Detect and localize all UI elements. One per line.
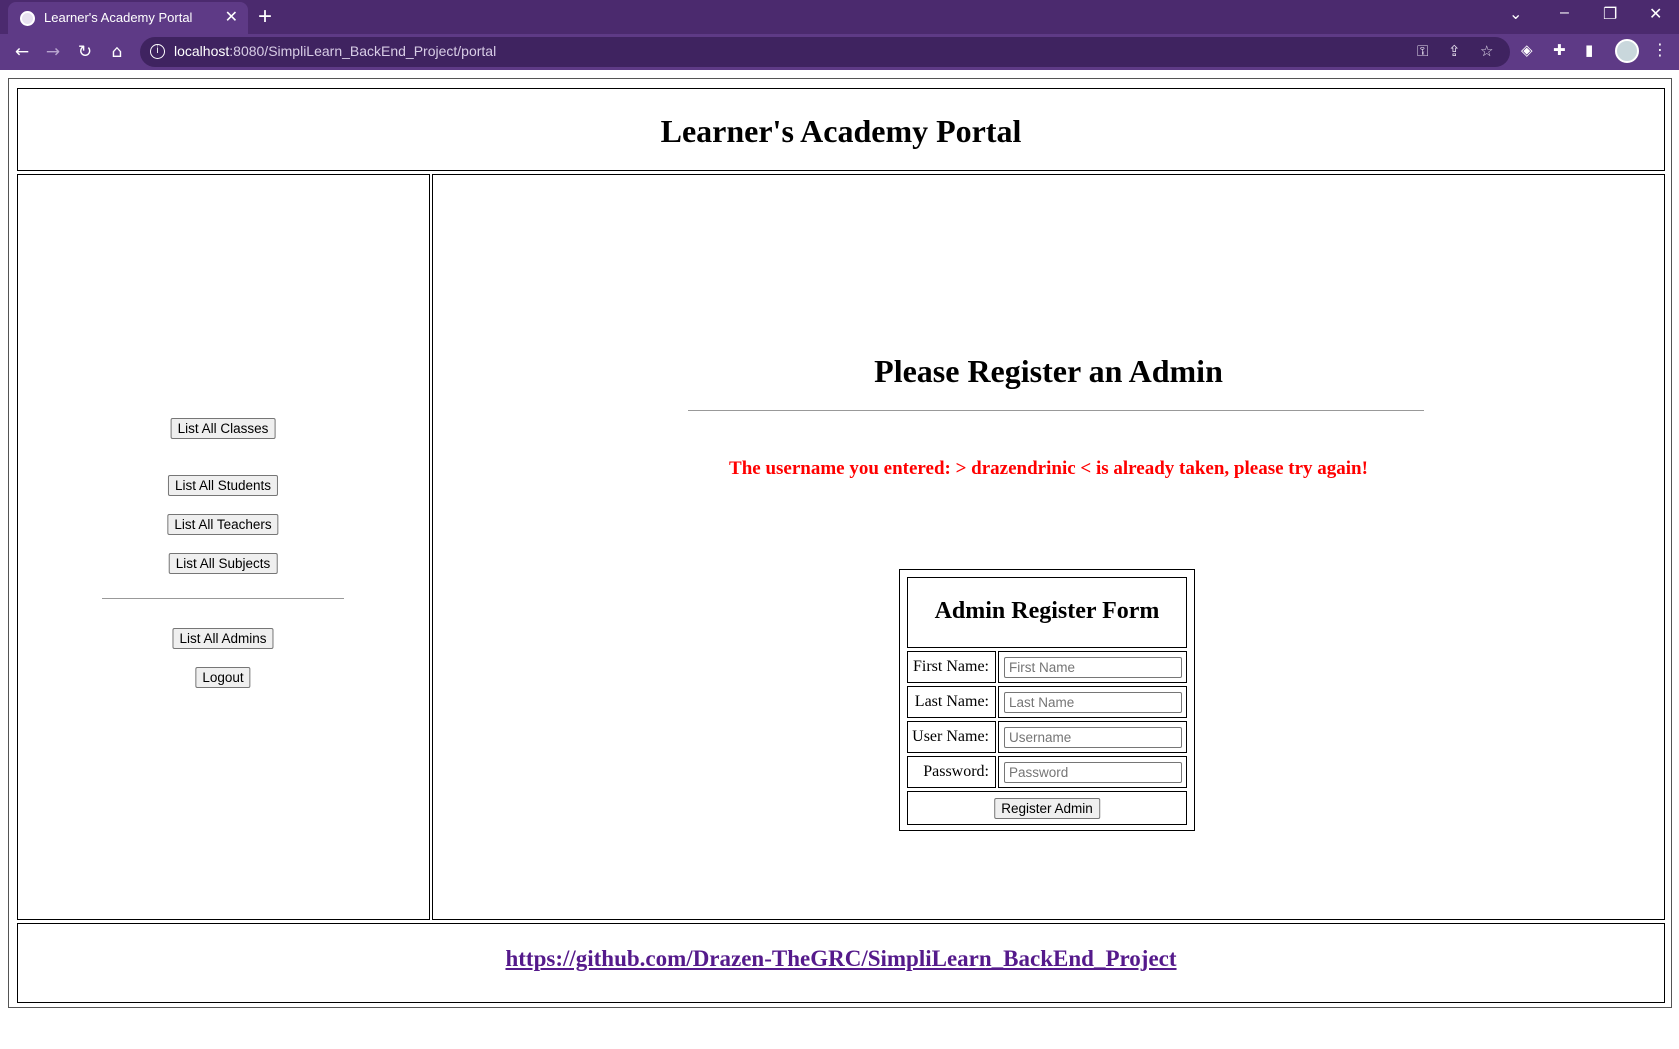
form-title-cell: Admin Register Form	[907, 577, 1187, 648]
globe-icon	[20, 11, 35, 26]
forward-button[interactable]: →	[41, 40, 65, 64]
list-all-students-button[interactable]: List All Students	[167, 475, 279, 496]
home-button[interactable]: ⌂	[105, 40, 129, 64]
password-cell: Password	[998, 756, 1187, 788]
form-title: Admin Register Form	[934, 598, 1160, 624]
side-panel-icon[interactable]: ▮	[1585, 41, 1593, 59]
sidebar: List All Classes List All Students List …	[17, 174, 430, 920]
url-text[interactable]: localhost:8080/SimpliLearn_BackEnd_Proje…	[174, 43, 496, 59]
new-tab-button[interactable]: +	[258, 3, 272, 31]
page-content: Learner's Academy Portal List All Classe…	[0, 70, 1679, 1049]
site-info-icon[interactable]: i	[150, 44, 165, 59]
error-message: The username you entered: > drazendrinic…	[729, 458, 1368, 479]
first-name-cell: First Name	[998, 651, 1187, 683]
restore-button[interactable]: ❐	[1603, 4, 1617, 24]
sidebar-divider	[102, 598, 344, 599]
admin-register-form: Admin Register Form First Name: First Na…	[899, 569, 1195, 831]
browser-tab-strip: Learner's Academy Portal ✕ + ⌄ – ❐ ✕	[0, 0, 1679, 34]
last-name-input[interactable]: Last Name	[1004, 692, 1182, 713]
tab-search-chevron-icon[interactable]: ⌄	[1509, 4, 1522, 24]
list-all-subjects-button[interactable]: List All Subjects	[168, 553, 278, 574]
list-all-teachers-button[interactable]: List All Teachers	[167, 514, 279, 535]
share-icon[interactable]: ⇪	[1448, 42, 1461, 60]
register-admin-heading: Please Register an Admin	[874, 353, 1223, 389]
list-all-admins-button[interactable]: List All Admins	[172, 628, 274, 649]
list-all-classes-button[interactable]: List All Classes	[170, 418, 276, 439]
browser-menu-icon[interactable]: ⋮	[1652, 40, 1668, 59]
bookmark-star-icon[interactable]: ☆	[1480, 42, 1493, 60]
back-button[interactable]: ←	[10, 40, 34, 64]
password-label: Password:	[907, 756, 996, 788]
close-tab-icon[interactable]: ✕	[225, 7, 238, 27]
first-name-label: First Name:	[907, 651, 996, 683]
submit-cell: Register Admin	[907, 791, 1187, 825]
window-close-button[interactable]: ✕	[1649, 4, 1662, 24]
puzzle-extensions-icon[interactable]: ✚	[1553, 41, 1566, 59]
password-input[interactable]: Password	[1004, 762, 1182, 783]
extension-icon[interactable]: ◈	[1521, 41, 1533, 59]
first-name-input[interactable]: First Name	[1004, 657, 1182, 678]
portal-layout-table: Learner's Academy Portal List All Classe…	[8, 78, 1672, 1008]
footer-cell: https://github.com/Drazen-TheGRC/SimpliL…	[17, 923, 1665, 1003]
username-input[interactable]: Username	[1004, 727, 1182, 748]
page-title: Learner's Academy Portal	[660, 113, 1022, 149]
browser-toolbar: ← → ↻ ⌂ i localhost:8080/SimpliLearn_Bac…	[0, 34, 1679, 70]
browser-tab[interactable]: Learner's Academy Portal ✕	[8, 2, 248, 34]
user-name-label: User Name:	[907, 721, 996, 753]
profile-avatar[interactable]	[1615, 39, 1639, 63]
logout-button[interactable]: Logout	[195, 667, 251, 688]
last-name-cell: Last Name	[998, 686, 1187, 718]
github-link[interactable]: https://github.com/Drazen-TheGRC/SimpliL…	[18, 946, 1664, 972]
tab-title: Learner's Academy Portal	[44, 10, 193, 25]
register-admin-button[interactable]: Register Admin	[994, 798, 1100, 819]
user-name-cell: Username	[998, 721, 1187, 753]
reload-button[interactable]: ↻	[73, 40, 97, 64]
header-cell: Learner's Academy Portal	[17, 88, 1665, 171]
key-icon[interactable]: ⚿	[1417, 42, 1428, 60]
minimize-button[interactable]: –	[1560, 4, 1569, 22]
last-name-label: Last Name:	[907, 686, 996, 718]
address-bar[interactable]: i localhost:8080/SimpliLearn_BackEnd_Pro…	[140, 37, 1510, 67]
main-divider	[688, 410, 1424, 411]
